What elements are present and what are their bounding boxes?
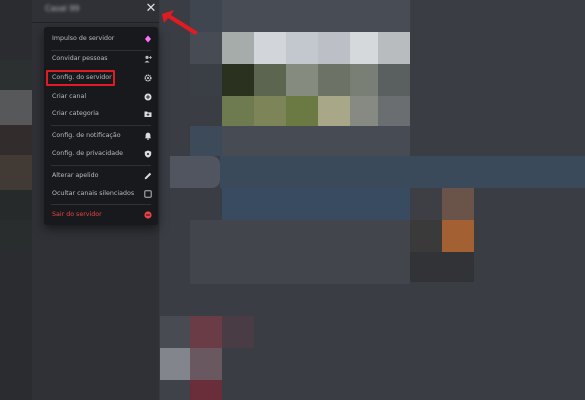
- menu-separator: [51, 204, 151, 205]
- menu-separator: [51, 125, 151, 126]
- menu-item-label: Impulso de servidor: [52, 35, 115, 42]
- menu-item-label: Config. de notificação: [52, 132, 121, 139]
- menu-item-privacy-settings[interactable]: Config. de privacidade: [44, 146, 158, 162]
- menu-item-label: Convidar pessoas: [52, 55, 108, 62]
- menu-item-label: Config. do servidor: [52, 74, 112, 81]
- menu-item-label: Sair do servidor: [52, 211, 102, 218]
- channel-sidebar-shade: [0, 0, 32, 400]
- gear-icon: [144, 74, 152, 82]
- close-icon[interactable]: ✕: [144, 2, 158, 16]
- annotation-arrow: [162, 10, 198, 35]
- menu-item-leave-server[interactable]: Sair do servidor: [44, 207, 158, 223]
- plus-circle-icon: [144, 93, 152, 101]
- folder-plus-icon: [144, 111, 152, 117]
- menu-item-label: Config. de privacidade: [52, 150, 123, 157]
- add-user-icon: [144, 55, 152, 63]
- menu-item-invite-people[interactable]: Convidar pessoas: [44, 51, 158, 67]
- checkbox-icon[interactable]: [144, 190, 152, 198]
- menu-item-notification-settings[interactable]: Config. de notificação: [44, 128, 158, 144]
- menu-item-server-boost[interactable]: Impulso de servidor: [44, 31, 158, 47]
- pencil-icon: [144, 172, 152, 180]
- boost-icon: [145, 35, 151, 43]
- menu-item-create-channel[interactable]: Criar canal: [44, 89, 158, 105]
- bell-icon: [144, 132, 152, 140]
- shield-icon: [144, 150, 152, 158]
- menu-separator: [51, 165, 151, 166]
- menu-item-hide-muted-channels[interactable]: Ocultar canais silenciados: [44, 186, 158, 202]
- menu-item-label: Alterar apelido: [52, 172, 99, 179]
- leave-icon: [144, 211, 152, 219]
- menu-item-label: Criar canal: [52, 93, 87, 100]
- menu-item-server-settings[interactable]: Config. do servidor: [44, 70, 158, 86]
- server-context-menu: Impulso de servidor Convidar pessoas Con…: [44, 27, 158, 225]
- server-name: Casal 99: [45, 4, 80, 13]
- menu-item-create-category[interactable]: Criar categoria: [44, 106, 158, 122]
- menu-item-change-nickname[interactable]: Alterar apelido: [44, 168, 158, 184]
- menu-item-label: Ocultar canais silenciados: [52, 190, 135, 197]
- menu-item-label: Criar categoria: [52, 110, 99, 117]
